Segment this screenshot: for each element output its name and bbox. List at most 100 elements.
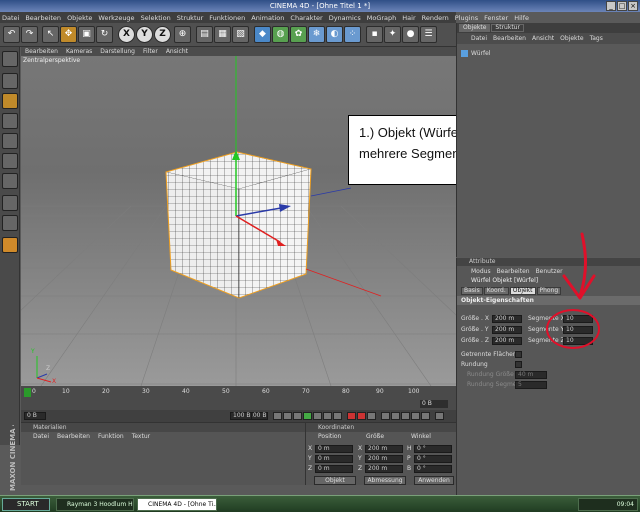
tab-basis[interactable]: Basis xyxy=(461,287,483,295)
timeline-ruler[interactable]: 0 10 20 30 40 50 60 70 80 90 100 xyxy=(24,388,424,397)
render-picture-viewer-icon[interactable]: ▦ xyxy=(214,26,231,43)
position-y-field[interactable]: 0 m xyxy=(315,455,353,463)
om-menu-bearbeiten[interactable]: Bearbeiten xyxy=(493,35,526,42)
record-icon[interactable] xyxy=(347,412,356,420)
deformer-icon[interactable]: ❄ xyxy=(308,26,325,43)
menu-dynamics[interactable]: Dynamics xyxy=(329,14,361,22)
menu-charakter[interactable]: Charakter xyxy=(290,14,322,22)
use-point-mode-icon[interactable] xyxy=(2,133,18,149)
fillet-segments-field[interactable]: 5 xyxy=(515,381,547,389)
menu-rendern[interactable]: Rendern xyxy=(422,14,449,22)
scale-key-icon[interactable] xyxy=(391,412,400,420)
material-icon[interactable]: ● xyxy=(402,26,419,43)
rotation-key-icon[interactable] xyxy=(401,412,410,420)
object-list-item[interactable]: Würfel xyxy=(461,49,637,57)
fillet-size-field[interactable]: 40 m xyxy=(515,371,547,379)
undo-icon[interactable]: ↶ xyxy=(3,26,20,43)
vp-menu-bearbeiten[interactable]: Bearbeiten xyxy=(25,48,58,55)
mat-menu-textur[interactable]: Textur xyxy=(132,433,150,440)
current-frame-field[interactable]: 0 B xyxy=(420,400,448,408)
move-tool-icon[interactable]: ✥ xyxy=(60,26,77,43)
angle-h-field[interactable]: 0 ° xyxy=(414,445,452,453)
light-icon[interactable]: ✦ xyxy=(384,26,401,43)
menu-mograph[interactable]: MoGraph xyxy=(367,14,397,22)
previous-key-icon[interactable] xyxy=(283,412,292,420)
vp-menu-kameras[interactable]: Kameras xyxy=(66,48,92,55)
coord-mode-select[interactable]: Objekt xyxy=(314,476,356,485)
menu-funktionen[interactable]: Funktionen xyxy=(209,14,245,22)
close-button[interactable]: × xyxy=(628,1,638,11)
coord-size-mode-select[interactable]: Abmessung xyxy=(364,476,406,485)
menu-werkzeuge[interactable]: Werkzeuge xyxy=(98,14,134,22)
maximize-button[interactable]: □ xyxy=(617,1,627,11)
scale-tool-icon[interactable]: ▣ xyxy=(78,26,95,43)
go-to-start-icon[interactable] xyxy=(273,412,282,420)
attr-menu-modus[interactable]: Modus xyxy=(471,268,491,275)
om-menu-datei[interactable]: Datei xyxy=(471,35,487,42)
nurbs-icon[interactable]: ◍ xyxy=(272,26,289,43)
coordinate-system-icon[interactable]: ⊕ xyxy=(174,26,191,43)
minimize-button[interactable]: _ xyxy=(606,1,616,11)
rotate-tool-icon[interactable]: ↻ xyxy=(96,26,113,43)
3d-viewport[interactable]: Zentralperspektive Y Z X xyxy=(21,56,456,386)
tab-struktur[interactable]: Struktur xyxy=(491,24,524,32)
menu-bearbeiten[interactable]: Bearbeiten xyxy=(25,14,61,22)
angle-p-field[interactable]: 0 ° xyxy=(414,455,452,463)
menu-objekte[interactable]: Objekte xyxy=(67,14,92,22)
layout-icon[interactable]: ☰ xyxy=(420,26,437,43)
vp-menu-ansicht[interactable]: Ansicht xyxy=(166,48,188,55)
array-icon[interactable]: ✿ xyxy=(290,26,307,43)
use-model-mode-icon[interactable] xyxy=(2,51,18,67)
next-frame-icon[interactable] xyxy=(313,412,322,420)
next-key-icon[interactable] xyxy=(323,412,332,420)
tab-objekte[interactable]: Objekte xyxy=(459,24,491,32)
menu-fenster[interactable]: Fenster xyxy=(484,14,508,22)
position-key-icon[interactable] xyxy=(381,412,390,420)
mat-menu-funktion[interactable]: Funktion xyxy=(98,433,124,440)
autokey-icon[interactable] xyxy=(357,412,366,420)
mat-menu-bearbeiten[interactable]: Bearbeiten xyxy=(57,433,90,440)
animation-mode-icon[interactable] xyxy=(2,173,18,189)
render-settings-icon[interactable]: ▧ xyxy=(232,26,249,43)
parameter-key-icon[interactable] xyxy=(411,412,420,420)
attr-menu-bearbeiten[interactable]: Bearbeiten xyxy=(497,268,530,275)
vp-menu-filter[interactable]: Filter xyxy=(143,48,158,55)
size-y-field[interactable]: 200 m xyxy=(365,455,403,463)
om-menu-ansicht[interactable]: Ansicht xyxy=(532,35,554,42)
environment-icon[interactable]: ⁘ xyxy=(344,26,361,43)
z-axis-lock-icon[interactable]: Z xyxy=(154,26,171,43)
size-z-field[interactable]: 200 m xyxy=(492,337,522,345)
menu-plugins[interactable]: Plugins xyxy=(455,14,478,22)
previous-frame-icon[interactable] xyxy=(293,412,302,420)
keyframe-selection-icon[interactable] xyxy=(367,412,376,420)
position-x-field[interactable]: 0 m xyxy=(315,445,353,453)
sculpt-icon[interactable] xyxy=(2,237,18,253)
mat-menu-datei[interactable]: Datei xyxy=(33,433,49,440)
om-menu-objekte[interactable]: Objekte xyxy=(560,35,583,42)
timeline-options-icon[interactable] xyxy=(435,412,444,420)
render-view-icon[interactable]: ▤ xyxy=(196,26,213,43)
tab-koord[interactable]: Koord. xyxy=(483,287,509,295)
vp-menu-darstellung[interactable]: Darstellung xyxy=(100,48,135,55)
play-icon[interactable] xyxy=(303,412,312,420)
tab-objekt[interactable]: Objekt xyxy=(509,287,536,295)
fillet-checkbox[interactable] xyxy=(515,361,522,368)
use-texture-mode-icon[interactable] xyxy=(2,153,18,169)
position-z-field[interactable]: 0 m xyxy=(315,465,353,473)
menu-animation[interactable]: Animation xyxy=(251,14,284,22)
start-frame-field[interactable]: 0 B xyxy=(24,412,46,420)
size-x-field[interactable]: 200 m xyxy=(492,315,522,323)
workplane-icon[interactable] xyxy=(2,215,18,231)
y-axis-lock-icon[interactable]: Y xyxy=(136,26,153,43)
separate-faces-checkbox[interactable] xyxy=(515,351,522,358)
taskbar-item-cinema4d[interactable]: CINEMA 4D - [Ohne Ti... xyxy=(137,498,217,511)
use-polygon-mode-icon[interactable] xyxy=(2,93,18,109)
om-menu-tags[interactable]: Tags xyxy=(590,35,603,42)
redo-icon[interactable]: ↷ xyxy=(21,26,38,43)
select-tool-icon[interactable]: ↖ xyxy=(42,26,59,43)
camera-icon[interactable]: ▪ xyxy=(366,26,383,43)
menu-struktur[interactable]: Struktur xyxy=(177,14,204,22)
size-z-field[interactable]: 200 m xyxy=(365,465,403,473)
end-frame-field[interactable]: 100 B xyxy=(230,412,252,420)
angle-b-field[interactable]: 0 ° xyxy=(414,465,452,473)
